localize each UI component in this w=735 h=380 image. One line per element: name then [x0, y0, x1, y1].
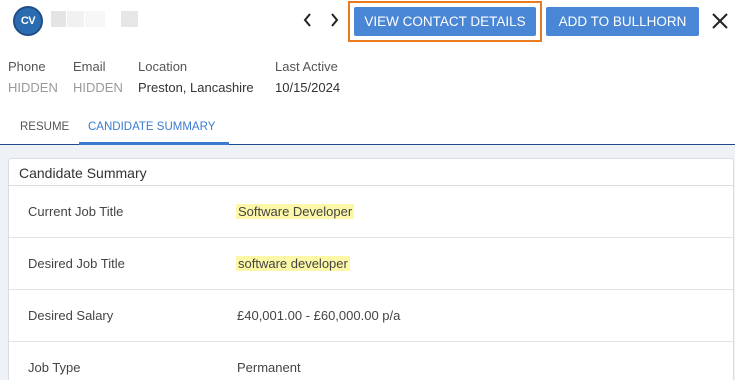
chevron-right-icon [331, 13, 339, 27]
candidate-summary-card: Candidate Summary Current Job Title Soft… [8, 158, 734, 380]
row-value: £40,001.00 - £60,000.00 p/a [237, 308, 401, 323]
location-info: Location Preston, Lancashire [138, 59, 254, 95]
redacted-name-block [51, 11, 66, 27]
redacted-name-block [121, 11, 138, 27]
email-label: Email [73, 59, 106, 74]
email-info: Email HIDDEN [73, 59, 123, 95]
row-value: Software Developer [236, 204, 355, 219]
add-to-bullhorn-button[interactable]: ADD TO BULLHORN [546, 7, 699, 36]
summary-row: Desired Salary £40,001.00 - £60,000.00 p… [9, 290, 733, 342]
row-label: Desired Salary [28, 308, 114, 323]
email-value: HIDDEN [73, 80, 123, 95]
row-value: software developer [236, 256, 350, 271]
view-contact-details-button[interactable]: VIEW CONTACT DETAILS [354, 7, 536, 36]
location-label: Location [138, 59, 188, 74]
phone-label: Phone [8, 59, 46, 74]
top-bar: CV VIEW CONTACT DETAILS ADD TO BULLHORN [0, 0, 735, 44]
logo-text: CV [20, 15, 36, 27]
summary-row: Desired Job Title software developer [9, 238, 733, 290]
row-label: Current Job Title [28, 204, 124, 219]
next-candidate-button[interactable] [327, 10, 341, 30]
row-label: Job Type [28, 360, 81, 375]
summary-row: Current Job Title Software Developer [9, 186, 733, 238]
last-active-value: 10/15/2024 [275, 80, 341, 95]
phone-value: HIDDEN [8, 80, 58, 95]
card-title: Candidate Summary [19, 165, 147, 181]
summary-row: Job Type Permanent [9, 342, 733, 380]
row-label: Desired Job Title [28, 256, 125, 271]
last-active-info: Last Active 10/15/2024 [275, 59, 340, 95]
chevron-left-icon [303, 13, 311, 27]
redacted-name-block [85, 11, 105, 27]
last-active-label: Last Active [275, 59, 338, 74]
phone-info: Phone HIDDEN [8, 59, 58, 95]
location-value: Preston, Lancashire [138, 80, 254, 95]
tab-resume[interactable]: RESUME [20, 121, 69, 133]
close-button[interactable] [709, 10, 731, 32]
tab-bar: RESUME CANDIDATE SUMMARY [0, 110, 735, 145]
cv-logo-icon: CV [13, 6, 43, 36]
row-value: Permanent [237, 360, 301, 375]
close-icon [712, 13, 728, 29]
tab-candidate-summary[interactable]: CANDIDATE SUMMARY [88, 121, 215, 133]
previous-candidate-button[interactable] [301, 10, 315, 30]
redacted-name-block [67, 11, 84, 27]
